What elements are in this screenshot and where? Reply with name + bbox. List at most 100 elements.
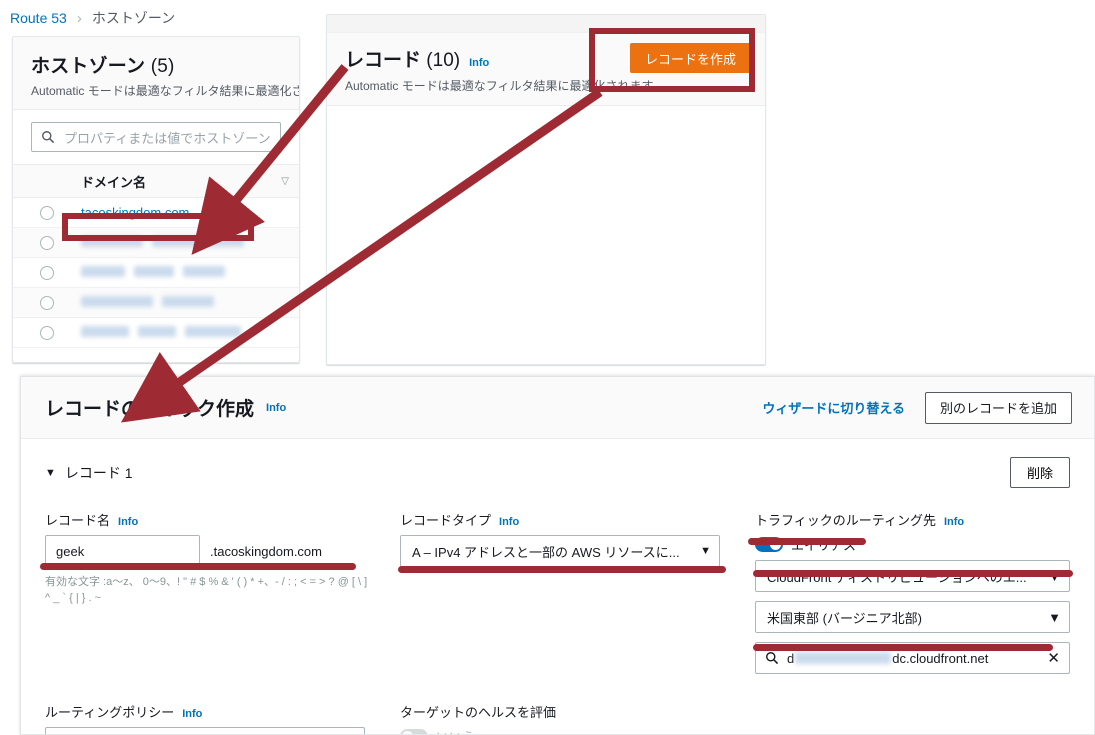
redacted-domain-name — [134, 266, 174, 277]
hosted-zones-search-input[interactable]: プロパティまたは値でホストゾーン — [31, 122, 281, 152]
records-title: レコード (10) — [345, 45, 460, 72]
routing-policy-label-row: ルーティングポリシー Info — [45, 702, 400, 721]
alias-toggle-row[interactable]: エイリアス — [755, 535, 1070, 554]
alias-endpoint-select[interactable]: CloudFront ディストリビューションへのエ... ▼ — [755, 560, 1070, 592]
distribution-suffix: dc.cloudfront.net — [892, 650, 989, 666]
hosted-zones-table-header: ドメイン名 ▽ — [13, 164, 299, 198]
quick-create-header-actions: ウィザードに切り替える 別のレコードを追加 — [762, 391, 1072, 424]
routing-policy-info-link[interactable]: Info — [182, 708, 202, 720]
row-select-cell[interactable] — [13, 205, 81, 220]
row-select-cell[interactable] — [13, 265, 81, 280]
redacted-domain-name — [138, 326, 176, 337]
radio-icon[interactable] — [40, 235, 54, 250]
hosted-zones-title: ホストゾーン (5) — [31, 51, 281, 78]
breadcrumb-route53-link[interactable]: Route 53 — [10, 10, 67, 26]
table-row[interactable]: tacoskingdom.com — [13, 198, 299, 228]
row-select-cell[interactable] — [13, 325, 81, 340]
domain-name-cell[interactable]: tacoskingdom.com — [81, 205, 299, 220]
record-type-info-link[interactable]: Info — [499, 516, 519, 528]
alias-region-value: 米国東部 (バージニア北部) — [767, 610, 923, 626]
domain-name-cell[interactable] — [81, 325, 299, 340]
radio-icon[interactable] — [40, 205, 54, 220]
routing-policy-select[interactable]: シンプルルーティング ▼ — [45, 727, 365, 734]
switch-to-wizard-link[interactable]: ウィザードに切り替える — [762, 398, 905, 417]
alias-distribution-search[interactable]: d dc.cloudfront.net ✕ — [755, 642, 1070, 674]
routing-target-column: トラフィックのルーティング先 Info エイリアス CloudFront ディス… — [755, 510, 1070, 674]
record-type-label: レコードタイプ — [400, 513, 492, 528]
radio-icon[interactable] — [40, 295, 54, 310]
table-row[interactable] — [13, 288, 299, 318]
alias-toggle-label: エイリアス — [791, 538, 857, 553]
routing-policy-label: ルーティングポリシー — [45, 705, 175, 720]
radio-icon[interactable] — [40, 325, 54, 340]
record-type-label-row: レコードタイプ Info — [400, 510, 755, 529]
redacted-domain-name — [81, 236, 143, 247]
breadcrumb-separator-icon: › — [76, 9, 82, 27]
record-type-select[interactable]: A – IPv4 アドレスと一部の AWS リソースに... ▼ — [400, 535, 720, 567]
record-name-hint: 有効な文字 :a～z、 0～9、! " # $ % & ' ( ) * +、- … — [45, 576, 368, 604]
hosted-zones-title-text: ホストゾーン — [31, 56, 146, 77]
records-panel: レコード (10) Info Automatic モードは最適なフィルタ結果に最… — [326, 14, 766, 365]
routing-target-label-row: トラフィックのルーティング先 Info — [755, 510, 1070, 529]
evaluate-target-health-toggle-row[interactable]: いいえ — [400, 727, 755, 734]
quick-create-body: ▼ レコード 1 削除 レコード名 Info .tacoskingdom.com… — [21, 439, 1094, 734]
table-row[interactable] — [13, 318, 299, 348]
redacted-domain-name — [152, 236, 244, 247]
record-bottom-row: ルーティングポリシー Info シンプルルーティング ▼ ターゲットのヘルスを評… — [45, 702, 1070, 734]
distribution-redacted — [795, 652, 892, 664]
delete-record-button[interactable]: 削除 — [1009, 457, 1070, 488]
breadcrumb-current: ホストゾーン — [91, 10, 176, 26]
alias-endpoint-value: CloudFront ディストリビューションへのエ... — [767, 569, 1027, 585]
redacted-domain-name — [81, 326, 129, 337]
chevron-down-icon: ▼ — [1048, 609, 1061, 625]
hosted-zones-column-domain[interactable]: ドメイン名 — [81, 172, 281, 191]
record-name-info-link[interactable]: Info — [118, 516, 138, 528]
evaluate-target-health-label-row: ターゲットのヘルスを評価 — [400, 702, 755, 721]
record-type-column: レコードタイプ Info A – IPv4 アドレスと一部の AWS リソースに… — [400, 510, 755, 567]
clear-icon[interactable]: ✕ — [1047, 651, 1060, 666]
alias-toggle[interactable] — [755, 537, 783, 552]
evaluate-target-health-label: ターゲットのヘルスを評価 — [400, 705, 557, 720]
screenshot-root: Route 53 › ホストゾーン ホストゾーン (5) Automatic モ… — [0, 0, 1095, 735]
record-type-value: A – IPv4 アドレスと一部の AWS リソースに... — [412, 544, 680, 560]
quick-create-panel: レコードのクイック作成 Info ウィザードに切り替える 別のレコードを追加 ▼… — [20, 376, 1095, 735]
alias-distribution-value: d dc.cloudfront.net — [787, 651, 1039, 666]
records-info-link[interactable]: Info — [469, 57, 489, 69]
row-select-cell[interactable] — [13, 235, 81, 250]
alias-region-select[interactable]: 米国東部 (バージニア北部) ▼ — [755, 601, 1070, 633]
quick-create-info-link[interactable]: Info — [266, 402, 286, 414]
evaluate-target-health-toggle-knob — [402, 731, 413, 734]
records-header: レコード (10) Info Automatic モードは最適なフィルタ結果に最… — [327, 33, 765, 106]
record-1-label: レコード 1 — [64, 464, 133, 481]
hosted-zones-count: (5) — [150, 56, 175, 77]
table-row[interactable] — [13, 228, 299, 258]
search-icon — [766, 652, 779, 665]
domain-name-cell[interactable] — [81, 265, 299, 280]
search-icon — [42, 131, 55, 144]
redacted-domain-name — [183, 266, 225, 277]
record-fields-row: レコード名 Info .tacoskingdom.com 有効な文字 :a～z、… — [45, 510, 1070, 674]
sort-descending-icon[interactable]: ▽ — [281, 176, 289, 187]
chevron-down-icon: ▼ — [700, 545, 711, 557]
routing-target-info-link[interactable]: Info — [944, 516, 964, 528]
hosted-zones-panel: ホストゾーン (5) Automatic モードは最適なフィルタ結果に最適化さ … — [12, 36, 300, 363]
record-name-column: レコード名 Info .tacoskingdom.com 有効な文字 :a～z、… — [45, 510, 400, 607]
row-select-cell[interactable] — [13, 295, 81, 310]
record-name-input-row: .tacoskingdom.com — [45, 535, 400, 567]
table-row[interactable] — [13, 258, 299, 288]
domain-name-cell[interactable] — [81, 235, 299, 250]
evaluate-target-health-toggle-label: いいえ — [436, 727, 475, 734]
record-name-label-row: レコード名 Info — [45, 510, 400, 529]
record-name-input[interactable] — [45, 535, 200, 567]
radio-icon[interactable] — [40, 265, 54, 280]
evaluate-target-health-column: ターゲットのヘルスを評価 いいえ — [400, 702, 755, 734]
quick-create-header: レコードのクイック作成 Info ウィザードに切り替える 別のレコードを追加 — [21, 377, 1094, 439]
add-another-record-button[interactable]: 別のレコードを追加 — [924, 391, 1072, 424]
collapse-caret-icon[interactable]: ▼ — [45, 467, 56, 479]
domain-name-link[interactable]: tacoskingdom.com — [81, 205, 189, 220]
hosted-zones-search-placeholder: プロパティまたは値でホストゾーン — [64, 130, 271, 146]
domain-name-cell[interactable] — [81, 295, 299, 310]
create-record-button[interactable]: レコードを作成 — [629, 43, 751, 73]
evaluate-target-health-toggle[interactable] — [400, 729, 428, 734]
breadcrumb: Route 53 › ホストゾーン — [10, 8, 175, 28]
